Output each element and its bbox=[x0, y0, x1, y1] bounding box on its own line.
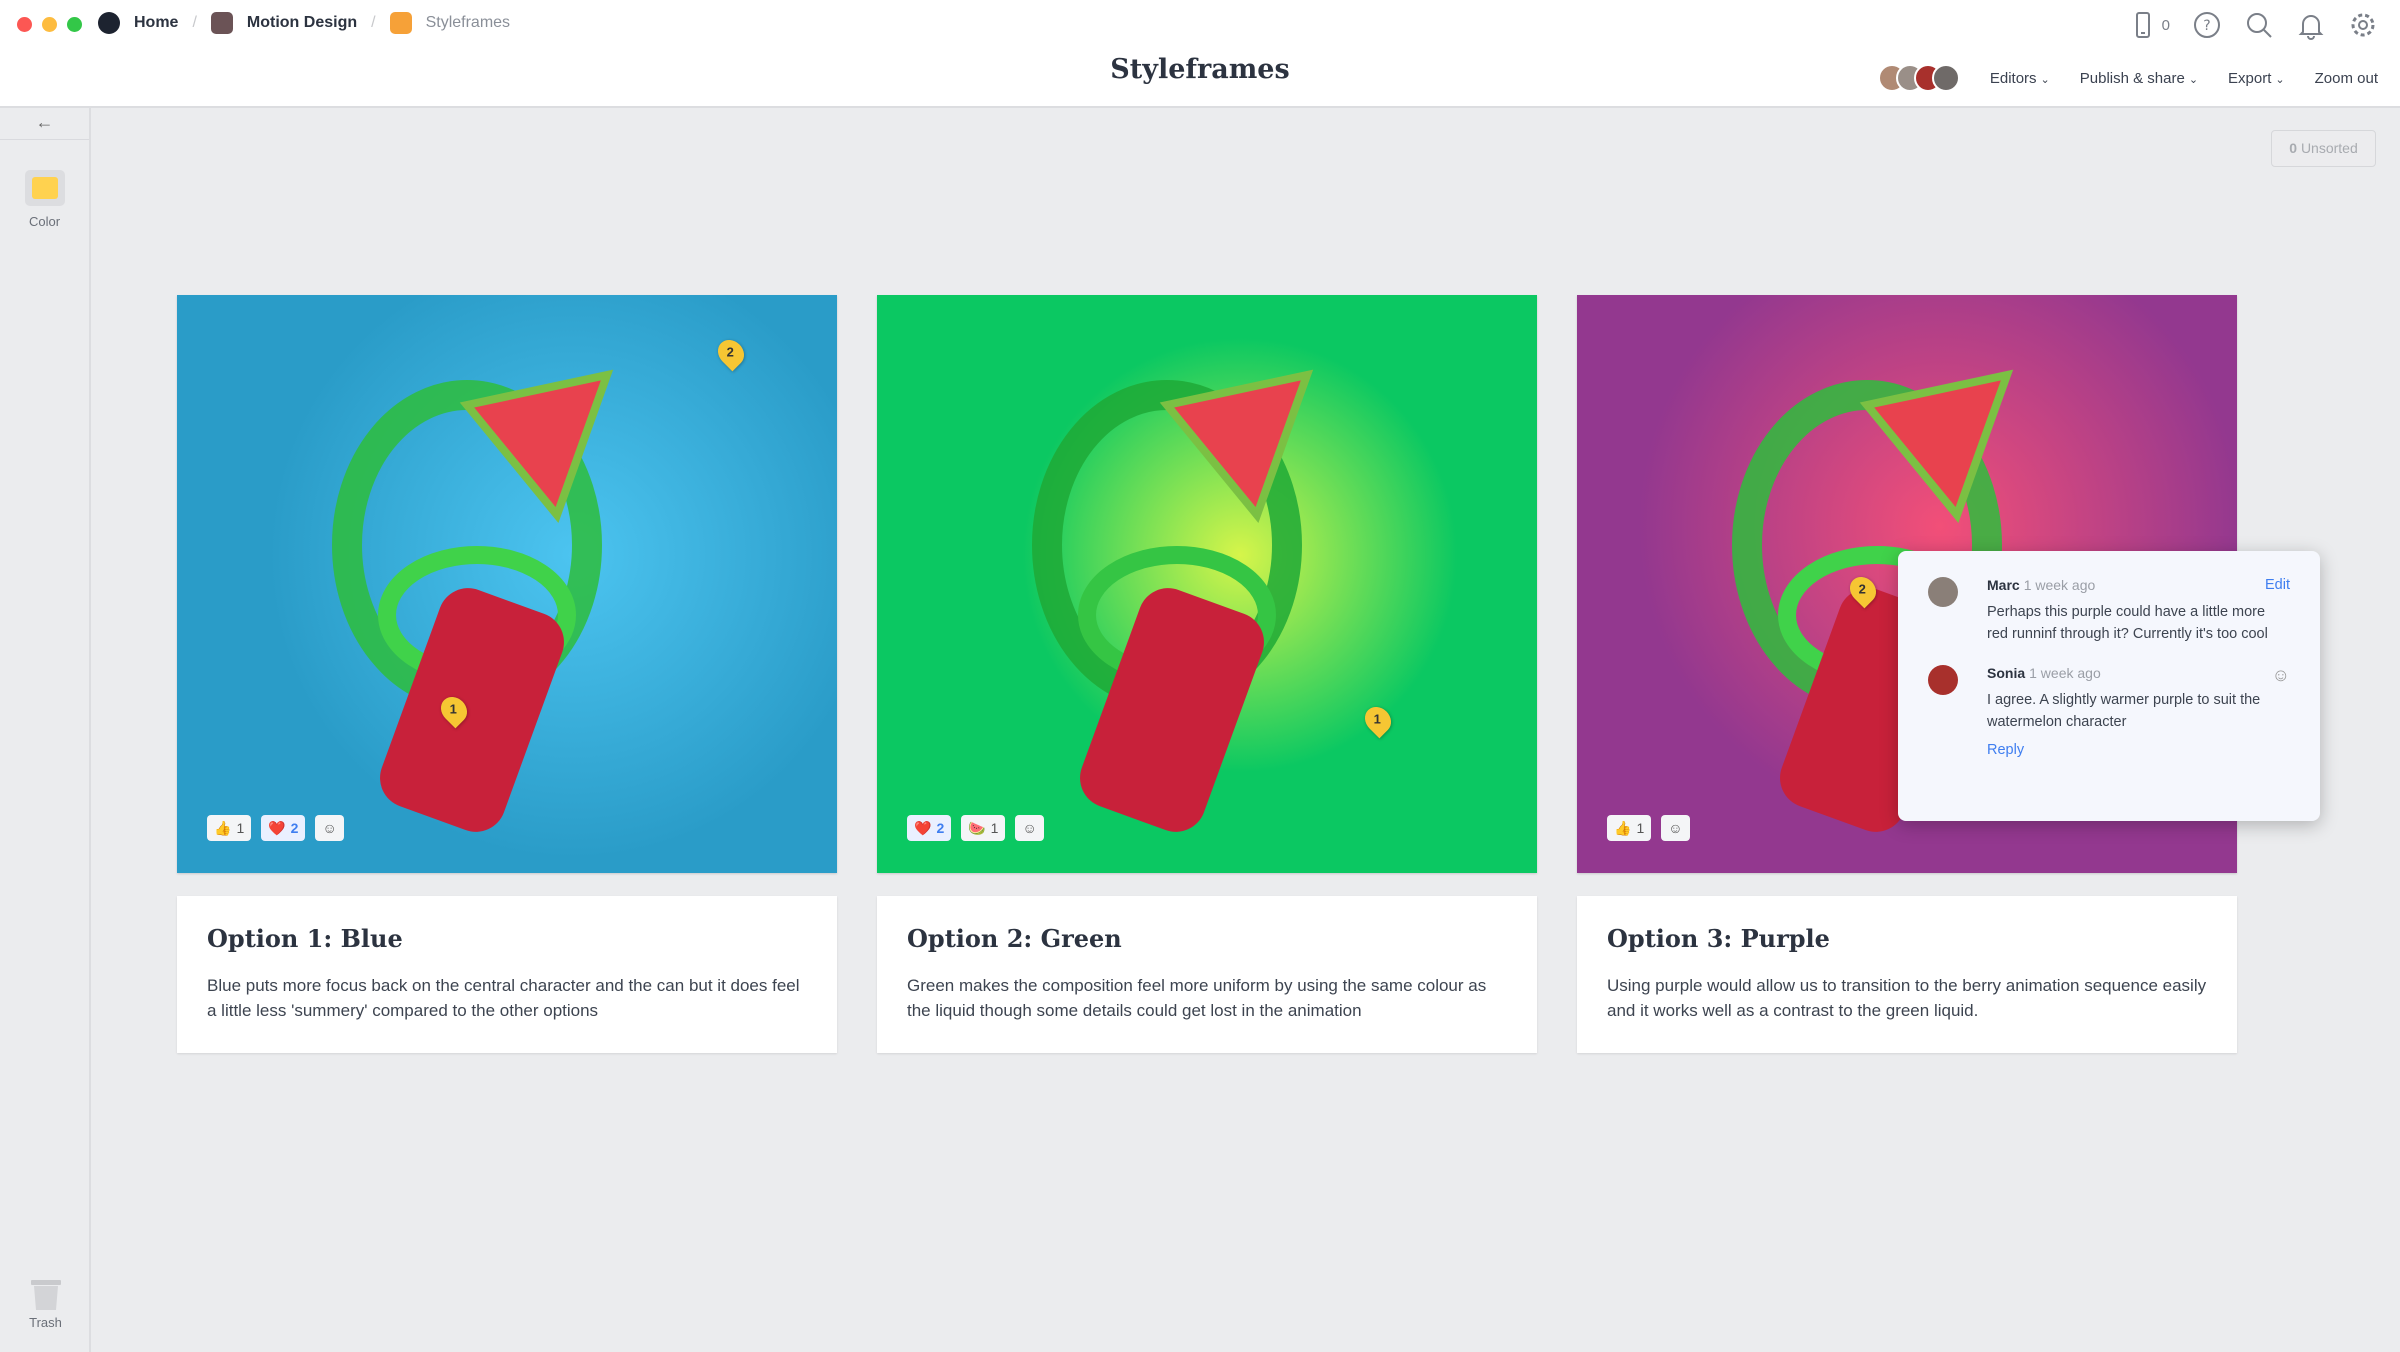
comment: Sonia 1 week ago ☺ I agree. A slightly wa… bbox=[1928, 665, 2290, 759]
breadcrumb-separator: / bbox=[371, 14, 376, 31]
project-icon bbox=[210, 12, 233, 34]
unsorted-label: Unsorted bbox=[2300, 140, 2358, 156]
comment-time: 1 week ago bbox=[2023, 577, 2096, 593]
note-card[interactable]: Option 1: Blue Blue puts more focus back … bbox=[177, 896, 837, 1053]
back-arrow-icon[interactable]: ← bbox=[0, 108, 89, 140]
watermelon-soda-artwork bbox=[332, 369, 614, 832]
editors-label: Editors bbox=[1989, 69, 2037, 87]
avatar bbox=[1928, 577, 1958, 607]
unsorted-count: 0 bbox=[2289, 140, 2298, 156]
mobile-devices-button[interactable]: 0 bbox=[2128, 10, 2170, 40]
search-icon[interactable] bbox=[2244, 10, 2274, 40]
comment-text: Perhaps this purple could have a little … bbox=[1987, 604, 2268, 642]
add-reaction-button[interactable]: ☺ bbox=[315, 815, 344, 841]
top-bar: Home / Motion Design / Styleframes Style… bbox=[0, 0, 2400, 108]
note-text: Green makes the composition feel more un… bbox=[907, 976, 1487, 1020]
bell-icon[interactable] bbox=[2296, 10, 2326, 40]
add-emoji-icon: ☺ bbox=[1022, 820, 1037, 836]
color-swatch-icon bbox=[24, 170, 65, 206]
comment-author: Sonia bbox=[1987, 665, 2026, 681]
comment: Marc 1 week ago Edit Perhaps this purple … bbox=[1928, 577, 2290, 645]
gear-icon[interactable] bbox=[2348, 10, 2378, 40]
minimize-window-button[interactable] bbox=[42, 17, 57, 32]
note-title: Option 3: Purple bbox=[1607, 924, 1830, 953]
chevron-down-icon: ⌄ bbox=[2188, 73, 2199, 86]
comment-thread-popup: Marc 1 week ago Edit Perhaps this purple … bbox=[1898, 551, 2320, 821]
reaction-count: 2 bbox=[936, 820, 945, 836]
color-tool[interactable]: Color bbox=[0, 170, 89, 229]
reaction-watermelon[interactable]: 🍉 1 bbox=[961, 815, 1006, 841]
watermelon-icon: 🍉 bbox=[968, 819, 986, 836]
reply-link[interactable]: Reply bbox=[1987, 742, 2024, 758]
breadcrumb-project[interactable]: Motion Design bbox=[247, 14, 357, 32]
trash-icon bbox=[30, 1280, 61, 1310]
editors-menu[interactable]: Editors ⌄ bbox=[1990, 70, 2050, 87]
editor-avatars[interactable] bbox=[1877, 64, 1960, 92]
note-card[interactable]: Option 2: Green Green makes the compositi… bbox=[877, 896, 1537, 1053]
reaction-count: 1 bbox=[1636, 820, 1645, 836]
help-icon[interactable]: ? bbox=[2192, 10, 2222, 40]
zoom-out-button[interactable]: Zoom out bbox=[2315, 70, 2378, 87]
device-count: 0 bbox=[2161, 16, 2170, 34]
reaction-count: 1 bbox=[990, 820, 999, 836]
heart-icon: ❤️ bbox=[914, 819, 932, 836]
close-window-button[interactable] bbox=[17, 17, 32, 32]
comment-time: 1 week ago bbox=[2029, 665, 2101, 681]
comment-text: I agree. A slightly warmer purple to sui… bbox=[1987, 692, 2261, 730]
thumbs-up-icon: 👍 bbox=[214, 819, 232, 836]
publish-label: Publish & share bbox=[2079, 69, 2185, 87]
svg-text:?: ? bbox=[2203, 18, 2210, 34]
sidebar: ← Color Trash bbox=[0, 108, 91, 1352]
chevron-down-icon: ⌄ bbox=[2275, 73, 2285, 86]
watermelon-soda-artwork bbox=[1032, 369, 1314, 832]
avatar bbox=[1928, 665, 1958, 695]
reaction-heart[interactable]: ❤️ 2 bbox=[261, 815, 306, 841]
publish-share-menu[interactable]: Publish & share ⌄ bbox=[2080, 70, 2198, 87]
styleframe-image-green[interactable]: 1 ❤️ 2 🍉 1 ☺ bbox=[877, 295, 1537, 873]
heart-icon: ❤️ bbox=[268, 819, 286, 836]
add-emoji-icon[interactable]: ☺ bbox=[2272, 665, 2290, 686]
avatar bbox=[1931, 64, 1960, 92]
note-text: Blue puts more focus back on the central… bbox=[207, 976, 800, 1020]
zoom-window-button[interactable] bbox=[67, 17, 82, 32]
board-icon bbox=[389, 12, 412, 34]
add-emoji-icon: ☺ bbox=[322, 820, 337, 836]
trash[interactable]: Trash bbox=[0, 1276, 91, 1330]
chevron-down-icon: ⌄ bbox=[2040, 73, 2050, 86]
export-label: Export bbox=[2228, 69, 2272, 87]
reaction-thumbs-up[interactable]: 👍 1 bbox=[207, 815, 252, 841]
export-menu[interactable]: Export ⌄ bbox=[2228, 70, 2285, 87]
reaction-count: 1 bbox=[236, 820, 245, 836]
phone-icon bbox=[2135, 12, 2150, 38]
reaction-heart[interactable]: ❤️ 2 bbox=[907, 815, 952, 841]
add-emoji-icon: ☺ bbox=[1668, 820, 1683, 836]
reaction-count: 2 bbox=[290, 820, 299, 836]
note-text: Using purple would allow us to transitio… bbox=[1607, 976, 2207, 1020]
trash-label: Trash bbox=[29, 1315, 62, 1330]
breadcrumb-board[interactable]: Styleframes bbox=[426, 14, 510, 32]
breadcrumb: Home / Motion Design / Styleframes bbox=[98, 12, 510, 34]
styleframe-image-blue[interactable]: 2 1 👍 1 ❤️ 2 ☺ bbox=[177, 295, 837, 873]
add-reaction-button[interactable]: ☺ bbox=[1661, 815, 1690, 841]
breadcrumb-separator: / bbox=[192, 14, 197, 31]
thumbs-up-icon: 👍 bbox=[1614, 819, 1632, 836]
comment-author: Marc bbox=[1987, 577, 2020, 593]
unsorted-button[interactable]: 0 Unsorted bbox=[2271, 130, 2376, 167]
breadcrumb-home[interactable]: Home bbox=[134, 14, 178, 32]
color-tool-label: Color bbox=[28, 214, 61, 229]
note-title: Option 1: Blue bbox=[207, 924, 403, 953]
home-logo-icon bbox=[98, 12, 120, 34]
add-reaction-button[interactable]: ☺ bbox=[1015, 815, 1044, 841]
edit-comment-link[interactable]: Edit bbox=[2265, 577, 2290, 593]
note-title: Option 2: Green bbox=[907, 924, 1122, 953]
reaction-thumbs-up[interactable]: 👍 1 bbox=[1607, 815, 1652, 841]
note-card[interactable]: Option 3: Purple Using purple would allow… bbox=[1577, 896, 2237, 1053]
